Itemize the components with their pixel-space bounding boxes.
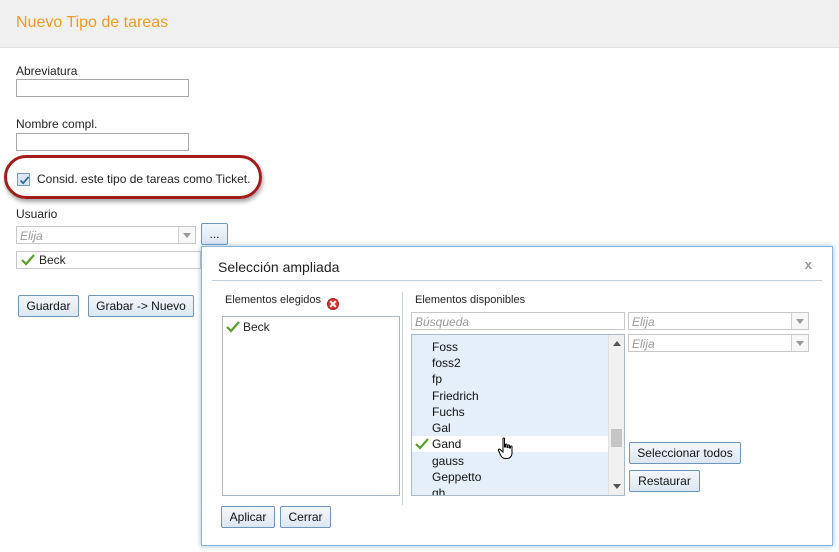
- search-placeholder: Búsqueda: [415, 315, 470, 329]
- chosen-elements-list[interactable]: Beck: [222, 316, 400, 496]
- close-button[interactable]: Cerrar: [280, 506, 331, 528]
- user-select[interactable]: Elija: [16, 226, 196, 244]
- dialog-divider: [212, 280, 822, 281]
- select-all-button[interactable]: Seleccionar todos: [629, 442, 741, 464]
- column-divider: [402, 292, 403, 505]
- save-new-button[interactable]: Grabar -> Nuevo: [88, 295, 194, 317]
- selected-user-box: Beck: [16, 251, 201, 269]
- chosen-item-label: Beck: [243, 320, 270, 334]
- filter-select-2[interactable]: Elija: [628, 334, 809, 352]
- scroll-up-icon[interactable]: [613, 341, 621, 346]
- list-item[interactable]: Fuchs: [432, 405, 465, 419]
- page-header: Nuevo Tipo de tareas: [0, 0, 839, 48]
- list-scrollbar[interactable]: [608, 335, 624, 495]
- user-select-placeholder: Elija: [20, 229, 43, 243]
- list-item[interactable]: Geppetto: [432, 470, 481, 484]
- list-item[interactable]: Foss: [432, 340, 458, 354]
- chosen-elements-label: Elementos elegidos: [225, 294, 322, 306]
- dialog-title: Selección ampliada: [218, 259, 340, 275]
- fullname-input[interactable]: [16, 133, 189, 151]
- filter-select-2-placeholder: Elija: [632, 337, 655, 351]
- check-icon: [415, 438, 429, 450]
- chevron-down-icon[interactable]: [791, 313, 808, 329]
- abbreviation-label: Abreviatura: [16, 64, 78, 78]
- chevron-down-icon[interactable]: [178, 227, 195, 243]
- abbreviation-input[interactable]: [16, 79, 189, 97]
- available-elements-label: Elementos disponibles: [415, 294, 526, 306]
- search-input[interactable]: Búsqueda: [411, 312, 625, 330]
- hand-cursor-icon: [497, 437, 513, 459]
- list-item-label: Gand: [432, 437, 462, 451]
- list-item[interactable]: Beck: [223, 319, 399, 335]
- list-item[interactable]: fp: [432, 372, 442, 386]
- filter-select-1[interactable]: Elija: [628, 312, 809, 330]
- fullname-label: Nombre compl.: [16, 117, 98, 131]
- save-button[interactable]: Guardar: [18, 295, 79, 317]
- scroll-thumb[interactable]: [611, 429, 622, 447]
- user-label: Usuario: [16, 207, 58, 221]
- checkmark-icon: [19, 176, 30, 185]
- chevron-down-icon[interactable]: [791, 335, 808, 351]
- list-item[interactable]: gauss: [432, 454, 464, 468]
- check-icon: [226, 321, 240, 333]
- list-item[interactable]: gh: [432, 486, 445, 495]
- close-icon[interactable]: x: [805, 257, 812, 272]
- scroll-down-icon[interactable]: [613, 484, 621, 489]
- list-item[interactable]: foss2: [432, 356, 461, 370]
- restore-button[interactable]: Restaurar: [629, 470, 700, 492]
- ticket-checkbox[interactable]: [17, 173, 30, 186]
- more-users-button[interactable]: ...: [201, 223, 228, 245]
- ticket-checkbox-label: Consid. este tipo de tareas como Ticket.: [37, 172, 251, 186]
- apply-button[interactable]: Aplicar: [221, 506, 275, 528]
- remove-all-icon[interactable]: [327, 298, 339, 310]
- selected-user-name: Beck: [39, 253, 66, 267]
- check-icon: [21, 254, 35, 266]
- extended-selection-dialog: Selección ampliada x Elementos elegidos …: [201, 246, 833, 546]
- filter-select-1-placeholder: Elija: [632, 315, 655, 329]
- list-item[interactable]: Gal: [432, 421, 451, 435]
- page-title: Nuevo Tipo de tareas: [16, 14, 169, 31]
- available-elements-list[interactable]: Foss foss2 fp Friedrich Fuchs Gal Gand g…: [411, 334, 625, 496]
- list-item[interactable]: Friedrich: [432, 389, 479, 403]
